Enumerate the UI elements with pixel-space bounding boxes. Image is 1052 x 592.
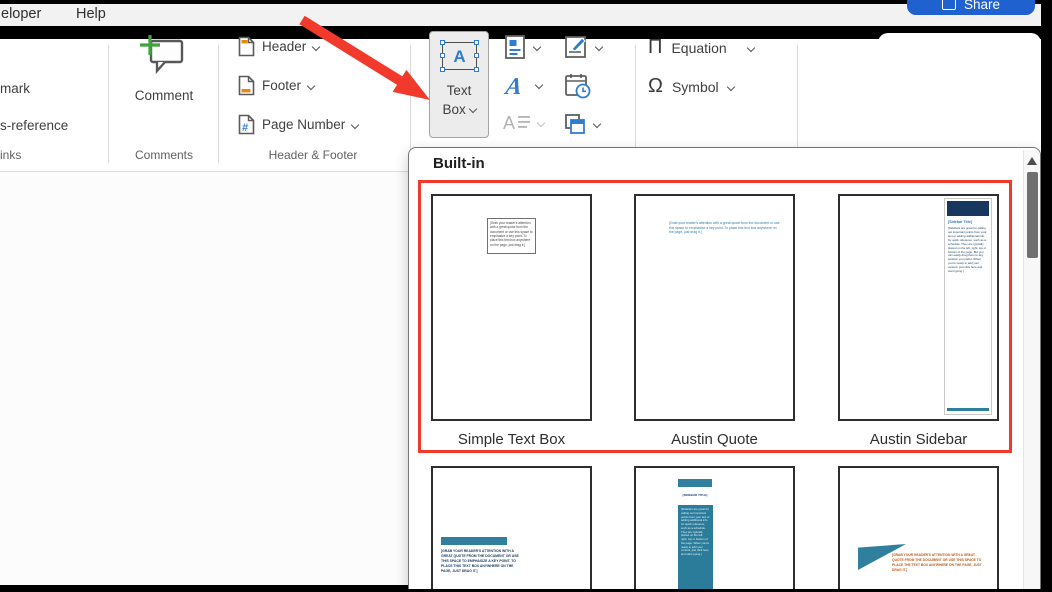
object-button[interactable] bbox=[563, 112, 600, 136]
word-insert-ribbon-screenshot: eloper Help Share mark s-reference inks … bbox=[0, 0, 1052, 592]
comments-group-label: Comments bbox=[118, 148, 210, 162]
header-button[interactable]: Header bbox=[238, 36, 319, 57]
new-comment-icon bbox=[138, 34, 188, 76]
gallery-label-simple-text-box: Simple Text Box bbox=[421, 431, 602, 448]
group-separator bbox=[108, 45, 109, 163]
right-edge bbox=[1041, 0, 1052, 592]
gallery-item-row2-1[interactable]: [GRAB YOUR READER'S ATTENTION WITH A GRE… bbox=[431, 466, 592, 592]
footer-label: Footer bbox=[262, 78, 301, 93]
ribbon-tab-row: eloper Help bbox=[0, 4, 1041, 26]
chevron-down-icon bbox=[312, 42, 320, 50]
text-box-label-2: Box bbox=[430, 102, 488, 117]
document-canvas[interactable] bbox=[0, 171, 409, 586]
drop-cap-button[interactable]: A bbox=[503, 112, 544, 134]
chevron-down-icon bbox=[307, 81, 315, 89]
share-button[interactable]: Share bbox=[907, 0, 1035, 15]
page-number-icon: # bbox=[238, 114, 255, 135]
svg-text:A: A bbox=[503, 74, 524, 98]
date-time-icon bbox=[563, 72, 593, 100]
quick-parts-button[interactable] bbox=[503, 34, 540, 60]
symbol-icon: Ω bbox=[648, 75, 663, 98]
chevron-down-icon bbox=[595, 43, 603, 51]
tab-developer[interactable]: eloper bbox=[1, 4, 41, 24]
header-footer-group-label: Header & Footer bbox=[228, 148, 398, 162]
header-icon bbox=[238, 36, 255, 57]
wordart-icon: A bbox=[503, 72, 529, 98]
equation-label: Equation bbox=[671, 40, 726, 56]
equation-icon: Π bbox=[648, 36, 662, 59]
svg-text:A: A bbox=[503, 113, 515, 133]
chevron-down-icon bbox=[726, 82, 734, 90]
drop-cap-icon: A bbox=[503, 112, 531, 134]
group-separator bbox=[797, 45, 798, 163]
equation-button[interactable]: Π Equation bbox=[648, 36, 754, 59]
simple-text-box-preview: [Grab your reader's attention with a gre… bbox=[487, 218, 536, 254]
scroll-up-arrow[interactable] bbox=[1027, 157, 1037, 165]
group-separator bbox=[218, 45, 219, 163]
gallery-item-austin-sidebar[interactable]: [Sidebar Title] [Sidebars are great for … bbox=[838, 194, 999, 421]
gallery-label-austin-quote: Austin Quote bbox=[624, 431, 805, 448]
chevron-down-icon bbox=[746, 43, 754, 51]
austin-quote-preview: [Grab your reader's attention with a gre… bbox=[669, 221, 781, 235]
gallery-item-row2-2[interactable]: [SIDEBAR TITLE] [Sidebars are great for … bbox=[634, 466, 795, 592]
top-edge bbox=[0, 0, 1052, 4]
group-separator bbox=[410, 45, 411, 163]
sidebar-title: [Sidebar Title] bbox=[948, 220, 988, 225]
footer-icon bbox=[238, 75, 255, 96]
builtin-heading: Built-in bbox=[433, 155, 485, 172]
gallery-label-austin-sidebar: Austin Sidebar bbox=[828, 431, 1009, 448]
page-number-label: Page Number bbox=[262, 117, 345, 132]
text-box-icon: A bbox=[442, 42, 477, 70]
comment-button[interactable]: Comment bbox=[122, 88, 206, 103]
chevron-down-icon bbox=[468, 105, 476, 113]
signature-line-button[interactable] bbox=[563, 34, 602, 60]
chevron-down-icon bbox=[537, 119, 545, 127]
wordart-button[interactable]: A bbox=[503, 72, 542, 98]
symbol-label: Symbol bbox=[672, 79, 719, 95]
gallery-item-simple-text-box[interactable]: [Grab your reader's attention with a gre… bbox=[431, 194, 592, 421]
svg-text:#: # bbox=[242, 122, 248, 134]
bookmark-button[interactable]: mark bbox=[0, 81, 30, 96]
text-box-label-1: Text bbox=[430, 83, 488, 98]
share-button-label: Share bbox=[964, 0, 1000, 12]
scrollbar-thumb[interactable] bbox=[1027, 172, 1038, 258]
text-box-gallery-dropdown: Built-in [Grab your reader's attention w… bbox=[408, 147, 1041, 592]
text-box-button[interactable]: A Text Box bbox=[429, 31, 489, 138]
object-icon bbox=[563, 112, 587, 136]
tab-help[interactable]: Help bbox=[76, 4, 106, 24]
gallery-item-row2-3[interactable]: [GRAB YOUR READER'S ATTENTION WITH A GRE… bbox=[838, 466, 999, 592]
header-label: Header bbox=[262, 39, 306, 54]
gallery-scrollbar[interactable] bbox=[1023, 150, 1041, 591]
cross-reference-button[interactable]: s-reference bbox=[0, 118, 68, 133]
date-time-button[interactable] bbox=[563, 72, 593, 100]
gallery-item-austin-quote[interactable]: [Grab your reader's attention with a gre… bbox=[634, 194, 795, 421]
page-number-button[interactable]: # Page Number bbox=[238, 114, 358, 135]
links-group-label: inks bbox=[0, 148, 34, 162]
group-separator bbox=[635, 45, 636, 163]
signature-line-icon bbox=[563, 34, 589, 60]
quick-parts-icon bbox=[503, 34, 527, 60]
chevron-down-icon bbox=[351, 120, 359, 128]
share-icon bbox=[942, 0, 956, 10]
austin-sidebar-preview: [Sidebar Title] [Sidebars are great for … bbox=[944, 198, 992, 415]
symbol-button[interactable]: Ω Symbol bbox=[648, 75, 734, 98]
chevron-down-icon bbox=[533, 43, 541, 51]
chevron-down-icon bbox=[535, 81, 543, 89]
chevron-down-icon bbox=[593, 120, 601, 128]
footer-button[interactable]: Footer bbox=[238, 75, 314, 96]
